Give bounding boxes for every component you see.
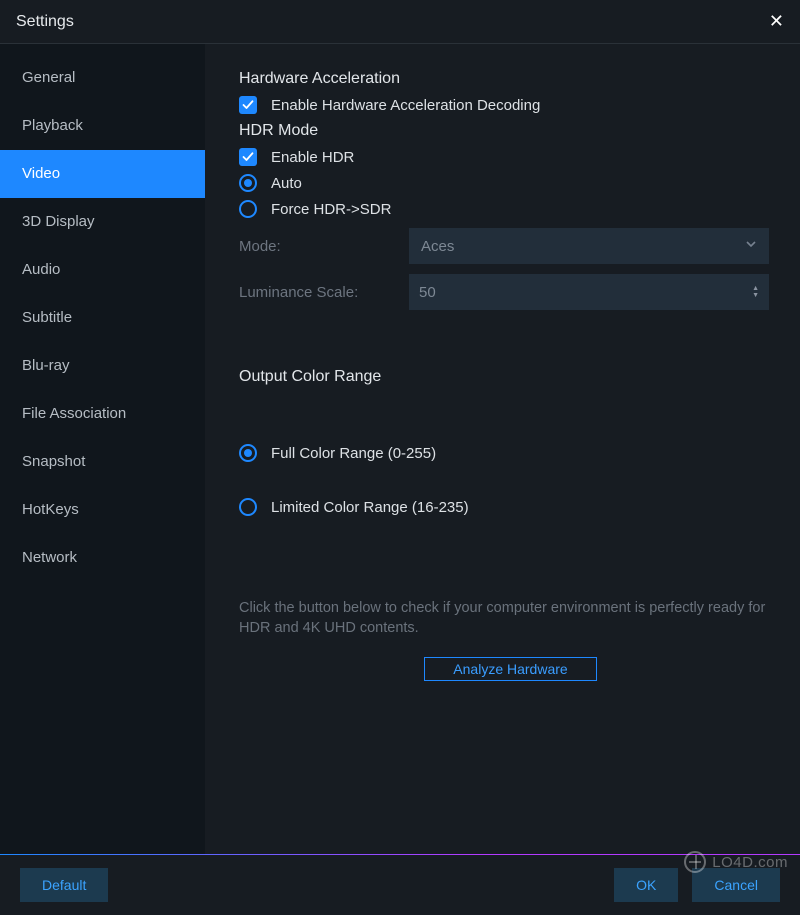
settings-window: Settings ✕ General Playback Video 3D Dis… [0,0,800,915]
analyze-hardware-button[interactable]: Analyze Hardware [424,657,596,681]
sidebar-item-subtitle[interactable]: Subtitle [0,294,205,342]
radio-full-color-range[interactable] [239,444,257,462]
label-limited-color-range: Limited Color Range (16-235) [271,499,469,516]
radio-hdr-force-sdr[interactable] [239,200,257,218]
label-mode: Mode: [239,238,409,255]
analyze-hint: Click the button below to check if your … [239,598,782,639]
checkbox-enable-hw-accel[interactable] [239,96,257,114]
checkbox-enable-hdr[interactable] [239,148,257,166]
radio-limited-color-range[interactable] [239,498,257,516]
sidebar-item-audio[interactable]: Audio [0,246,205,294]
label-hdr-force-sdr: Force HDR->SDR [271,201,391,218]
label-hdr-auto: Auto [271,175,302,192]
select-mode[interactable]: Aces [409,228,769,264]
sidebar-item-video[interactable]: Video [0,150,205,198]
chevron-down-icon [745,237,757,255]
check-icon [242,151,254,163]
body: General Playback Video 3D Display Audio … [0,44,800,854]
sidebar-item-file-association[interactable]: File Association [0,390,205,438]
sidebar-item-general[interactable]: General [0,54,205,102]
cancel-button[interactable]: Cancel [692,868,780,902]
label-enable-hdr: Enable HDR [271,149,354,166]
sidebar-item-network[interactable]: Network [0,534,205,582]
spinner-down-icon[interactable]: ▼ [752,292,759,299]
sidebar-item-bluray[interactable]: Blu-ray [0,342,205,390]
sidebar-item-hotkeys[interactable]: HotKeys [0,486,205,534]
section-hdr-mode: HDR Mode [239,122,782,140]
default-button[interactable]: Default [20,868,108,902]
window-title: Settings [16,13,74,31]
select-mode-value: Aces [421,238,745,255]
spinner-up-icon[interactable]: ▲ [752,285,759,292]
section-hw-accel: Hardware Acceleration [239,70,782,88]
close-icon[interactable]: ✕ [769,11,784,32]
ok-button[interactable]: OK [614,868,678,902]
footer: Default OK Cancel [0,855,800,915]
label-full-color-range: Full Color Range (0-255) [271,445,436,462]
section-output-color-range: Output Color Range [239,368,782,386]
spinner-controls[interactable]: ▲ ▼ [752,285,759,299]
radio-hdr-auto[interactable] [239,174,257,192]
titlebar: Settings ✕ [0,0,800,44]
content-pane: Hardware Acceleration Enable Hardware Ac… [205,44,800,854]
input-luminance-scale[interactable]: 50 ▲ ▼ [409,274,769,310]
label-luminance-scale: Luminance Scale: [239,284,409,301]
sidebar-item-3d-display[interactable]: 3D Display [0,198,205,246]
check-icon [242,99,254,111]
sidebar-item-snapshot[interactable]: Snapshot [0,438,205,486]
sidebar-item-playback[interactable]: Playback [0,102,205,150]
sidebar: General Playback Video 3D Display Audio … [0,44,205,854]
label-enable-hw-accel: Enable Hardware Acceleration Decoding [271,97,540,114]
luminance-value: 50 [419,284,752,301]
